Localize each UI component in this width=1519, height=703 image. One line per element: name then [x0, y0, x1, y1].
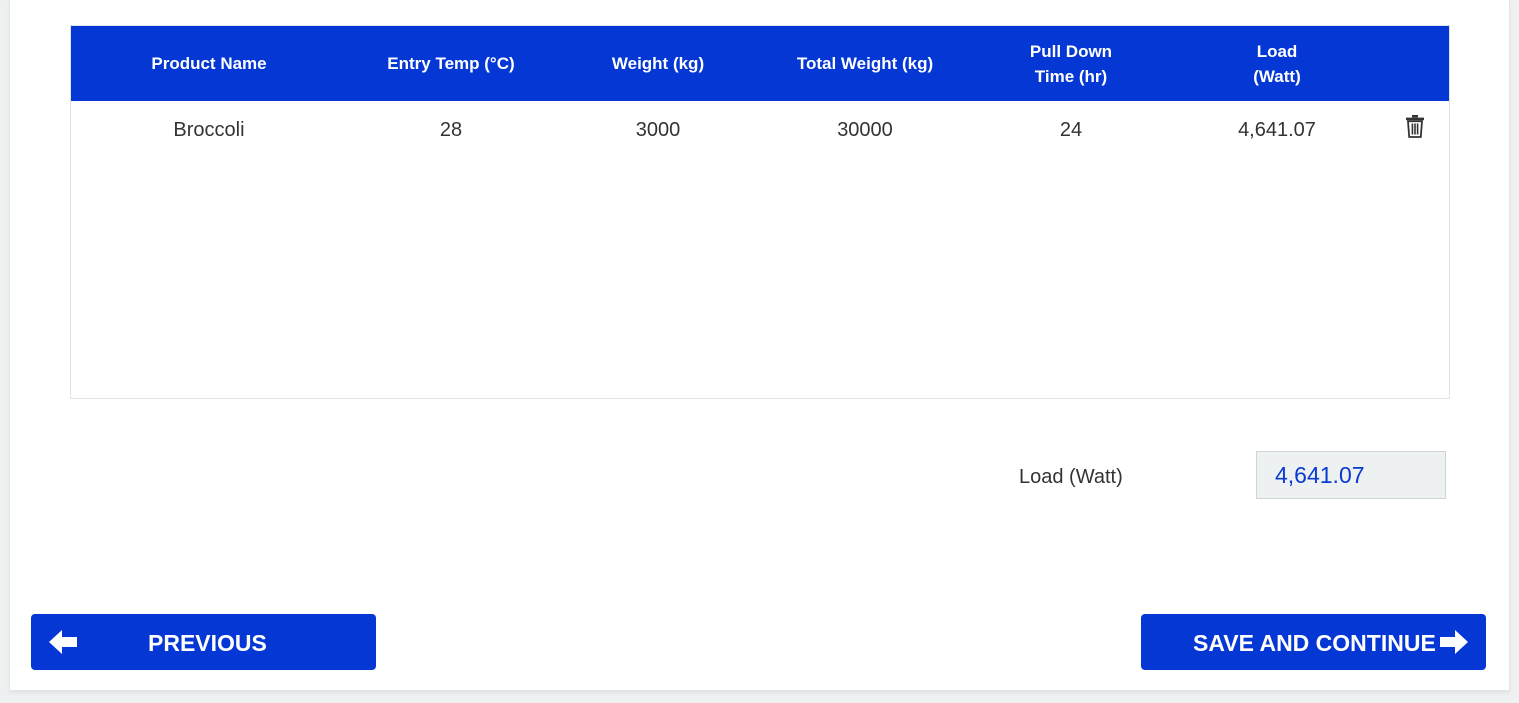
- cell-total-weight: 30000: [837, 118, 893, 141]
- product-load-table: Product Name Entry Temp (°C) Weight (kg)…: [70, 25, 1450, 399]
- cell-entry-temp: 28: [439, 118, 463, 141]
- total-load-field: 4,641.07: [1256, 451, 1446, 499]
- table-row: Broccoli 28 3000 30000 24 4,641.07: [71, 101, 1449, 157]
- column-header-product-name: Product Name: [151, 54, 267, 73]
- page-panel: Product Name Entry Temp (°C) Weight (kg)…: [9, 0, 1510, 691]
- trash-icon: [1405, 114, 1425, 143]
- arrow-left-icon: [49, 630, 77, 660]
- column-header-entry-temp: Entry Temp (°C): [387, 54, 515, 73]
- cell-pull-down-time: 24: [1059, 118, 1083, 141]
- save-and-continue-label: SAVE AND CONTINUE: [1193, 630, 1436, 656]
- total-load-label: Load (Watt): [1019, 466, 1123, 488]
- table-header: Product Name Entry Temp (°C) Weight (kg)…: [71, 26, 1449, 101]
- delete-row-button[interactable]: [1401, 114, 1429, 142]
- cell-weight: 3000: [635, 118, 681, 141]
- cell-product-name: Broccoli: [173, 118, 245, 141]
- column-header-weight: Weight (kg): [611, 54, 705, 73]
- column-header-pull-down-time: Pull Down Time (hr): [1029, 41, 1113, 86]
- total-load-value: 4,641.07: [1275, 461, 1365, 488]
- previous-label: PREVIOUS: [148, 630, 267, 656]
- column-header-load: Load (Watt): [1253, 41, 1301, 86]
- save-and-continue-button[interactable]: SAVE AND CONTINUE: [1141, 614, 1486, 670]
- previous-button[interactable]: PREVIOUS: [31, 614, 376, 670]
- arrow-right-icon: [1440, 630, 1468, 660]
- cell-load: 4,641.07: [1238, 118, 1316, 141]
- column-header-total-weight: Total Weight (kg): [796, 54, 934, 73]
